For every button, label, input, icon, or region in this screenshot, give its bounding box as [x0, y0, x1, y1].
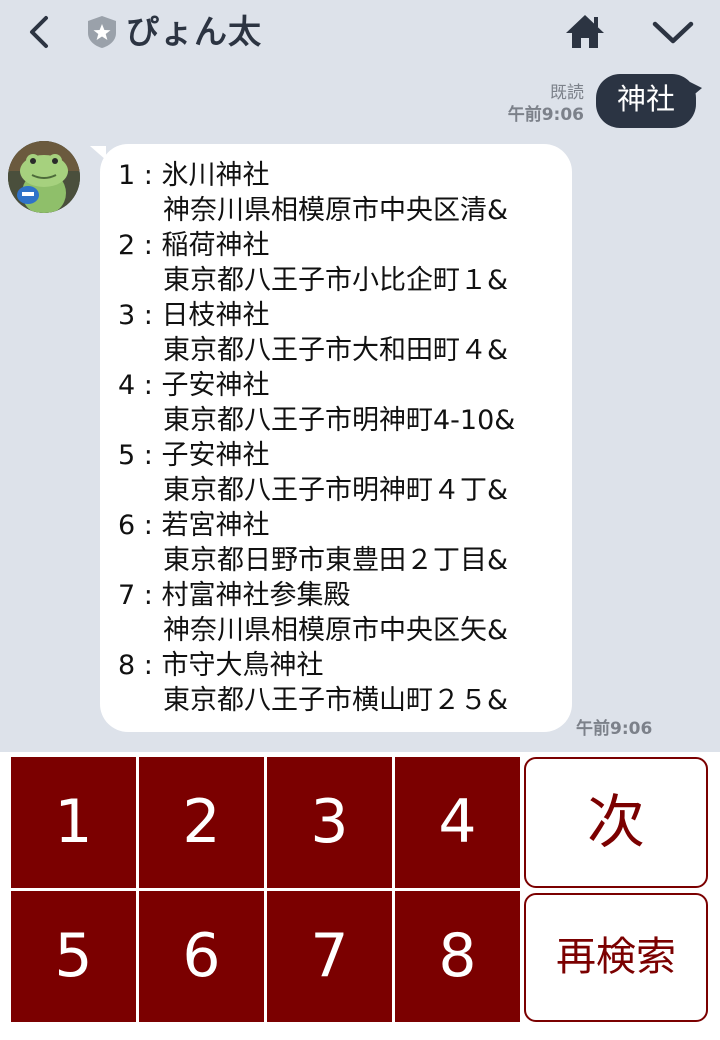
result-label: 7 : 村富神社参集殿 [118, 580, 351, 611]
quick-reply-keypad: 1 2 3 4 5 6 7 8 次 再検索 [0, 752, 720, 1040]
list-item: 8 : 市守大鳥神社東京都八王子市横山町２５& [118, 648, 568, 718]
list-item: 7 : 村富神社参集殿神奈川県相模原市中央区矢& [118, 578, 568, 648]
list-item: 2 : 稲荷神社東京都八王子市小比企町１& [118, 228, 568, 298]
list-item: 6 : 若宮神社東京都日野市東豊田２丁目& [118, 508, 568, 578]
number-key-6[interactable]: 6 [139, 891, 264, 1022]
result-label: 1 : 氷川神社 [118, 160, 270, 191]
chat-header: ぴょん太 [0, 0, 720, 66]
result-address: 東京都八王子市明神町4-10& [163, 405, 516, 436]
result-label: 3 : 日枝神社 [118, 300, 270, 331]
result-label: 4 : 子安神社 [118, 370, 270, 401]
back-arrow-icon[interactable] [18, 10, 62, 54]
number-key-2[interactable]: 2 [139, 757, 264, 888]
result-label: 2 : 稲荷神社 [118, 230, 270, 261]
incoming-message-bubble: 1 : 氷川神社神奈川県相模原市中央区清& 2 : 稲荷神社東京都八王子市小比企町… [90, 144, 572, 732]
result-address: 神奈川県相模原市中央区矢& [163, 615, 509, 646]
result-address: 東京都八王子市大和田町４& [163, 335, 509, 366]
official-badge-icon [86, 15, 118, 49]
number-key-5[interactable]: 5 [11, 891, 136, 1022]
chevron-down-icon[interactable] [646, 8, 700, 56]
number-key-4[interactable]: 4 [395, 757, 520, 888]
list-item: 4 : 子安神社東京都八王子市明神町4-10& [118, 368, 568, 438]
avatar[interactable] [8, 141, 80, 213]
next-button[interactable]: 次 [524, 757, 708, 888]
result-address: 東京都日野市東豊田２丁目& [163, 545, 509, 576]
list-item: 5 : 子安神社東京都八王子市明神町４丁& [118, 438, 568, 508]
result-label: 6 : 若宮神社 [118, 510, 270, 541]
search-result-list: 1 : 氷川神社神奈川県相模原市中央区清& 2 : 稲荷神社東京都八王子市小比企町… [118, 158, 568, 718]
number-key-3[interactable]: 3 [267, 757, 392, 888]
outgoing-message-bubble: 神社 [596, 74, 702, 128]
list-item: 1 : 氷川神社神奈川県相模原市中央区清& [118, 158, 568, 228]
number-key-8[interactable]: 8 [395, 891, 520, 1022]
result-label: 8 : 市守大鳥神社 [118, 650, 324, 681]
research-button[interactable]: 再検索 [524, 893, 708, 1022]
incoming-timestamp: 午前9:06 [576, 719, 653, 739]
list-item: 3 : 日枝神社東京都八王子市大和田町４& [118, 298, 568, 368]
result-address: 神奈川県相模原市中央区清& [163, 195, 509, 226]
result-address: 東京都八王子市明神町４丁& [163, 475, 509, 506]
number-key-7[interactable]: 7 [267, 891, 392, 1022]
result-label: 5 : 子安神社 [118, 440, 270, 471]
number-key-1[interactable]: 1 [11, 757, 136, 888]
result-address: 東京都八王子市横山町２５& [163, 685, 509, 716]
outgoing-timestamp: 午前9:06 [507, 105, 584, 125]
result-address: 東京都八王子市小比企町１& [163, 265, 509, 296]
outgoing-message-text: 神社 [616, 82, 675, 116]
chat-title: ぴょん太 [126, 12, 262, 51]
home-icon[interactable] [560, 8, 610, 56]
